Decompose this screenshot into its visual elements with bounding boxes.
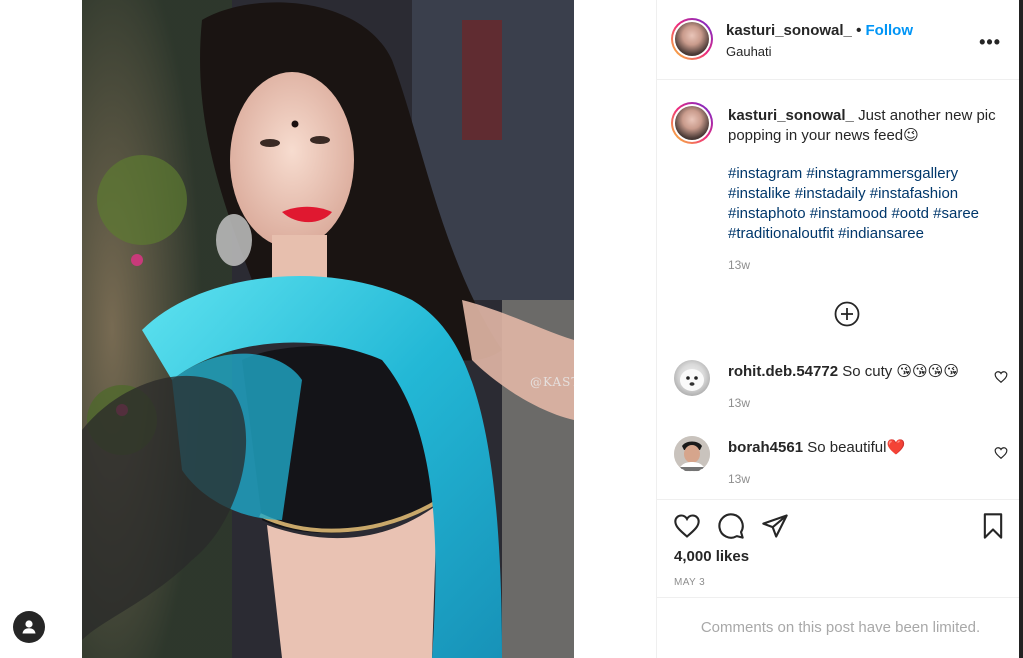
comment-timestamp[interactable]: 13w [728,472,750,486]
heart-icon[interactable] [673,512,701,540]
person-avatar-image [674,436,710,472]
post-date[interactable]: MAY 3 [674,577,705,588]
comment-username[interactable]: rohit.deb.54772 [728,363,838,380]
like-count[interactable]: 4,000 likes [674,548,749,565]
more-options-icon[interactable]: ••• [979,32,1001,53]
divider [657,597,1023,598]
caption-timestamp[interactable]: 13w [728,258,750,272]
post-photo[interactable]: @KASTURISONOWAL [82,0,574,658]
comment: borah4561 So beautiful❤️ [728,438,905,456]
author-line: kasturi_sonowal_ • Follow [726,22,913,39]
photo-gap [574,0,656,658]
comment-text: So beautiful❤️ [807,439,906,456]
caption-username[interactable]: kasturi_sonowal_ [728,107,854,124]
left-margin [0,0,82,658]
dog-avatar-image [680,369,704,391]
commenter-avatar[interactable] [674,436,710,472]
comment-text: So cuty 😘😘😘😘 [842,363,959,380]
profile-button[interactable] [13,611,45,643]
comment-icon[interactable] [717,512,745,540]
author-username[interactable]: kasturi_sonowal_ [726,22,852,39]
comment: rohit.deb.54772 So cuty 😘😘😘😘 [728,362,959,380]
heart-icon[interactable] [994,370,1008,384]
send-icon[interactable] [761,512,789,540]
bookmark-icon[interactable] [979,512,1007,540]
divider [657,499,1023,500]
separator-dot: • [856,22,862,39]
post-location[interactable]: Gauhati [726,44,772,59]
heart-icon[interactable] [994,446,1008,460]
window-edge-right [1019,0,1023,658]
comment-timestamp[interactable]: 13w [728,396,750,410]
follow-button[interactable]: Follow [866,22,914,39]
post-details-panel: kasturi_sonowal_ • Follow Gauhati ••• ka… [656,0,1023,658]
photo-illustration [82,0,574,658]
post-header: kasturi_sonowal_ • Follow Gauhati ••• [657,0,1023,80]
plus-circle-icon[interactable] [833,300,861,328]
photo-watermark: @KASTURISONOWAL [530,375,574,389]
commenter-avatar[interactable] [674,360,710,396]
post-caption: kasturi_sonowal_ Just another new pic po… [728,106,1012,146]
user-icon [22,620,36,634]
caption-hashtags[interactable]: #instagram #instagrammersgallery #instal… [728,164,1018,244]
comment-username[interactable]: borah4561 [728,439,803,456]
comments-limited-notice: Comments on this post have been limited. [700,619,981,636]
author-avatar[interactable] [671,18,713,60]
caption-avatar[interactable] [671,102,713,144]
